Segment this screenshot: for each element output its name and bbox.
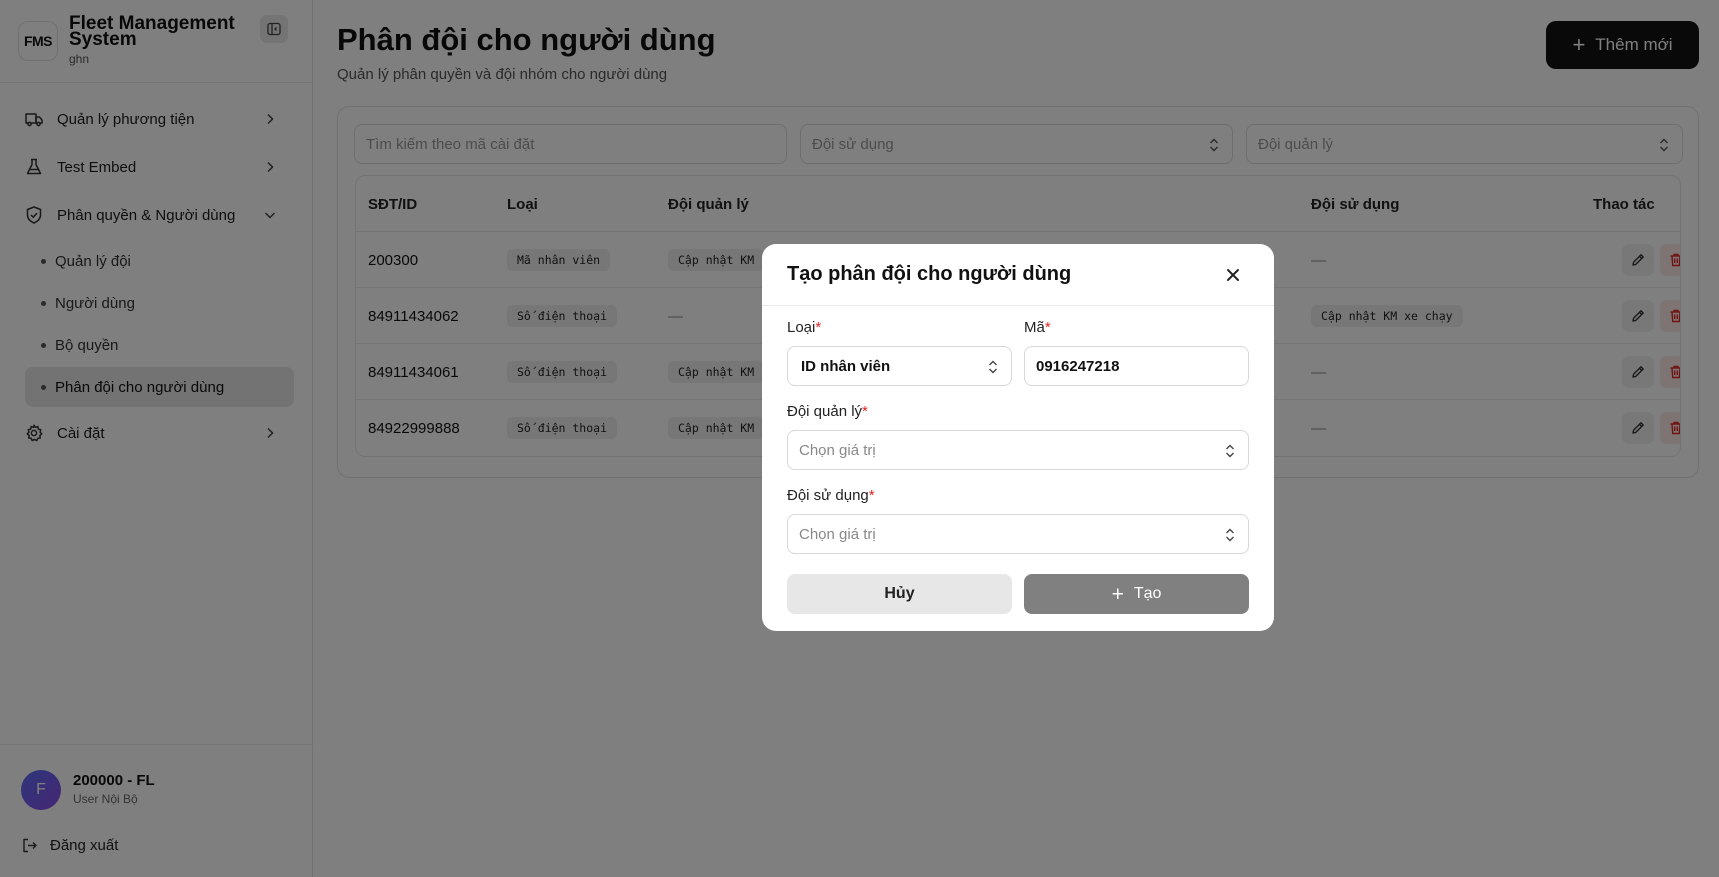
chevron-updown-icon <box>1226 444 1234 458</box>
using-team-label: Đội sử dụng* <box>787 487 875 504</box>
create-assignment-dialog: Tạo phân đội cho người dùng Loại* ID nhâ… <box>762 244 1274 631</box>
code-label-text: Mã <box>1024 319 1045 336</box>
required-mark: * <box>862 403 868 420</box>
type-select[interactable]: ID nhân viên <box>787 346 1012 386</box>
dialog-header: Tạo phân đội cho người dùng <box>762 244 1274 306</box>
code-input[interactable]: 0916247218 <box>1024 346 1249 386</box>
type-select-value: ID nhân viên <box>801 357 891 375</box>
cancel-button[interactable]: Hủy <box>787 574 1012 614</box>
managing-team-label-text: Đội quản lý <box>787 403 863 420</box>
managing-team-label: Đội quản lý* <box>787 403 868 420</box>
chevron-updown-icon <box>1226 528 1234 542</box>
plus-icon: + <box>1111 582 1124 606</box>
required-mark: * <box>868 487 875 504</box>
dialog-title: Tạo phân đội cho người dùng <box>787 263 1072 285</box>
using-team-label-text: Đội sử dụng <box>787 487 869 504</box>
managing-team-placeholder: Chọn giá trị <box>799 441 876 459</box>
chevron-updown-icon <box>989 360 997 374</box>
required-mark: * <box>1044 319 1051 336</box>
type-label-text: Loại <box>787 319 816 336</box>
type-label: Loại* <box>787 319 821 336</box>
using-team-select[interactable]: Chọn giá trị <box>787 514 1249 554</box>
create-label: Tạo <box>1133 585 1162 602</box>
managing-team-select[interactable]: Chọn giá trị <box>787 430 1249 470</box>
create-button[interactable]: + Tạo <box>1024 574 1249 614</box>
required-mark: * <box>815 319 822 336</box>
using-team-placeholder: Chọn giá trị <box>799 525 876 543</box>
code-label: Mã* <box>1024 319 1051 336</box>
close-icon[interactable] <box>1222 264 1244 286</box>
